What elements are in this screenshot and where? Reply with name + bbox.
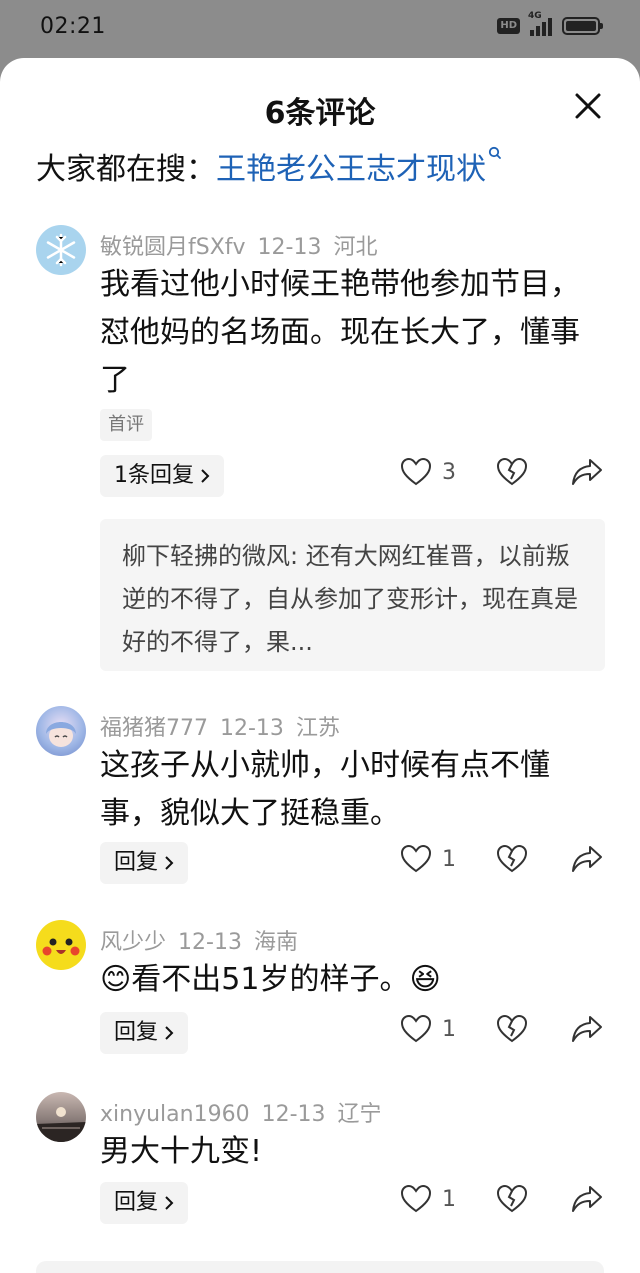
comment-region: 江苏 — [295, 716, 340, 741]
battery-icon — [562, 17, 603, 35]
comment-actions: 1 — [400, 1014, 610, 1054]
like-button[interactable]: 1 — [400, 1184, 456, 1214]
username[interactable]: xinyulan1960 — [100, 1102, 250, 1127]
reply-button[interactable]: 回复 — [100, 1012, 189, 1054]
reply-label: 回复 — [114, 1020, 159, 1045]
broken-heart-icon — [496, 1014, 528, 1043]
sheet-title: 6条评论 — [264, 96, 376, 131]
heart-icon — [400, 1184, 432, 1213]
share-button[interactable] — [570, 844, 604, 878]
status-time: 02:21 — [40, 14, 106, 39]
heart-icon — [400, 457, 432, 486]
comment-meta: 风少少 12-13 海南 — [100, 924, 310, 956]
chevron-right-icon — [165, 1196, 174, 1210]
dislike-button[interactable] — [496, 457, 528, 491]
like-button[interactable]: 3 — [400, 457, 456, 487]
dislike-button[interactable] — [496, 844, 528, 878]
comment-region: 辽宁 — [337, 1102, 382, 1127]
comment-region: 海南 — [253, 930, 298, 955]
comment-meta: 敏锐圆月fSXfv 12-13 河北 — [100, 229, 390, 261]
broken-heart-icon — [496, 457, 528, 486]
reply-button[interactable]: 回复 — [100, 842, 189, 884]
dislike-button[interactable] — [496, 1014, 528, 1048]
comment-text: 😊看不出51岁的样子。😆 — [100, 962, 441, 997]
chevron-right-icon — [201, 469, 210, 483]
username[interactable]: 福猪猪777 — [100, 716, 208, 741]
heart-icon — [400, 844, 432, 873]
view-replies-button[interactable]: 1条回复 — [100, 455, 224, 497]
share-button[interactable] — [570, 1014, 604, 1048]
comment-input-bar[interactable] — [36, 1261, 604, 1273]
heart-icon — [400, 1014, 432, 1043]
pikachu-face-icon — [42, 938, 80, 956]
sunset-photo-icon — [36, 1107, 86, 1142]
like-count: 1 — [442, 846, 456, 872]
comment-text: 这孩子从小就帅，小时候有点不懂事，貌似大了挺稳重。 — [100, 748, 550, 831]
avatar[interactable] — [36, 1092, 86, 1142]
trending-search-link[interactable]: 王艳老公王志才现状 — [216, 152, 486, 187]
share-icon — [572, 846, 602, 872]
like-button[interactable]: 1 — [400, 1014, 456, 1044]
share-icon — [572, 459, 602, 485]
snowflake-icon — [46, 233, 76, 267]
username[interactable]: 风少少 — [100, 930, 166, 955]
signal-icon: 4G — [528, 11, 552, 36]
comment-date: 12-13 — [220, 716, 284, 741]
comment-meta: 福猪猪777 12-13 江苏 — [100, 710, 352, 742]
close-button[interactable] — [572, 90, 604, 122]
view-replies-label: 1条回复 — [114, 463, 194, 488]
comment-sheet: 6条评论 大家都在搜：王艳老公王志才现状 敏锐圆月fSXfv 12-13 河北 我看… — [0, 58, 640, 1273]
share-button[interactable] — [570, 1184, 604, 1218]
avatar[interactable] — [36, 225, 86, 275]
avatar[interactable] — [36, 706, 86, 756]
network-type-label: 4G — [528, 11, 542, 21]
comment-actions: 1 — [400, 1184, 610, 1224]
comment-date: 12-13 — [178, 930, 242, 955]
username[interactable]: 敏锐圆月fSXfv — [100, 235, 246, 260]
trending-search-label: 大家都在搜： — [36, 152, 216, 187]
broken-heart-icon — [496, 844, 528, 873]
sheet-header: 6条评论 — [0, 58, 640, 158]
like-count: 1 — [442, 1186, 456, 1212]
comment-text: 男大十九变! — [100, 1134, 263, 1169]
status-bar: 02:21 HD 4G — [0, 0, 640, 58]
comment-meta: xinyulan1960 12-13 辽宁 — [100, 1096, 394, 1128]
share-icon — [572, 1186, 602, 1212]
search-icon — [488, 146, 501, 159]
status-icons: HD 4G — [497, 11, 603, 36]
chevron-right-icon — [165, 1026, 174, 1040]
comment-text: 我看过他小时候王艳带他参加节目，怼他妈的名场面。现在长大了，懂事了 — [100, 267, 580, 398]
share-button[interactable] — [570, 457, 604, 491]
like-count: 3 — [442, 459, 456, 485]
comment-date: 12-13 — [257, 235, 322, 260]
close-icon — [575, 93, 601, 119]
comment-actions: 1 — [400, 844, 610, 884]
hd-icon: HD — [497, 18, 520, 34]
reply-preview[interactable]: 柳下轻拂的微风: 还有大网红崔晋，以前叛逆的不得了，自从参加了变形计，现在真是好… — [100, 519, 605, 671]
anime-girl-icon — [46, 722, 76, 747]
reply-button[interactable]: 回复 — [100, 1182, 189, 1224]
comment-actions: 3 — [400, 457, 610, 497]
reply-label: 回复 — [114, 1190, 159, 1215]
reply-label: 回复 — [114, 850, 159, 875]
like-count: 1 — [442, 1016, 456, 1042]
avatar[interactable] — [36, 920, 86, 970]
chevron-right-icon — [165, 856, 174, 870]
broken-heart-icon — [496, 1184, 528, 1213]
dislike-button[interactable] — [496, 1184, 528, 1218]
trending-search: 大家都在搜：王艳老公王志才现状 — [36, 144, 502, 188]
comment-date: 12-13 — [261, 1102, 326, 1127]
like-button[interactable]: 1 — [400, 844, 456, 874]
share-icon — [572, 1016, 602, 1042]
first-comment-badge: 首评 — [100, 409, 152, 441]
comment-region: 河北 — [333, 235, 378, 260]
